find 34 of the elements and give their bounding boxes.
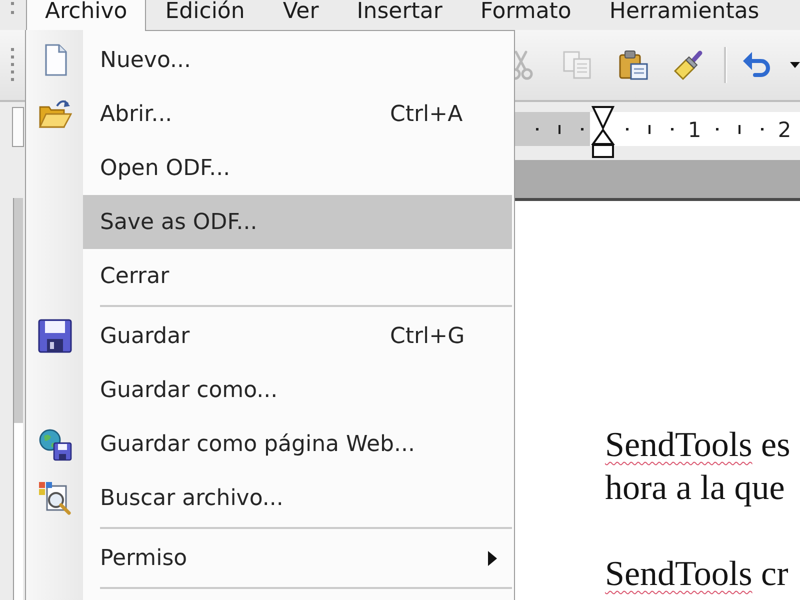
menu-bar-item[interactable]: Archivo xyxy=(26,0,146,30)
menubar-grip-icon[interactable] xyxy=(11,2,15,15)
menu-bar-item[interactable]: Edición xyxy=(146,0,264,30)
menu-bar-item[interactable]: Herramientas xyxy=(590,0,778,30)
document-text: hora a la que xyxy=(605,467,785,509)
shortcut-text: Ctrl+G xyxy=(390,322,466,350)
menu-item[interactable]: Buscar archivo... xyxy=(26,471,512,525)
caret-icon xyxy=(790,62,800,68)
ruler-number: 2 xyxy=(778,118,792,142)
globe-floppy-icon xyxy=(38,427,72,461)
menu-item[interactable]: Cerrar xyxy=(26,249,512,303)
indent-marker-icon[interactable] xyxy=(591,106,615,158)
menu-bar-item[interactable]: Formato xyxy=(461,0,590,30)
clipboard-icon xyxy=(617,49,649,81)
menu-item[interactable]: Guardar Ctrl+G xyxy=(26,309,512,363)
menu-item[interactable]: Open ODF... xyxy=(26,141,512,195)
ruler-number: 1 xyxy=(688,118,702,142)
menu-item[interactable]: Abrir... Ctrl+A xyxy=(26,87,512,141)
document-text: SendTools cr xyxy=(605,553,788,595)
paintbrush-icon xyxy=(673,49,705,81)
menu-item[interactable]: Save as ODF... xyxy=(26,195,512,249)
toolbar-grip-icon[interactable] xyxy=(10,48,14,82)
shortcut-text: Ctrl+A xyxy=(390,100,464,128)
menu-item[interactable]: Guardar como... xyxy=(26,363,512,417)
copy-icon xyxy=(561,49,593,81)
menu-item[interactable]: Permiso xyxy=(26,531,512,585)
menu-item[interactable]: Nuevo... xyxy=(26,33,512,87)
tab-selector[interactable] xyxy=(12,107,24,147)
document-magnifier-icon xyxy=(38,481,72,515)
menu-bar-item[interactable]: Insertar xyxy=(338,0,462,30)
document-text: SendTools es xyxy=(605,424,790,466)
submenu-arrow-icon xyxy=(488,550,496,566)
menu-bar-item[interactable]: Ver xyxy=(264,0,338,30)
menu-item[interactable]: Guardar como página Web... xyxy=(26,417,512,471)
